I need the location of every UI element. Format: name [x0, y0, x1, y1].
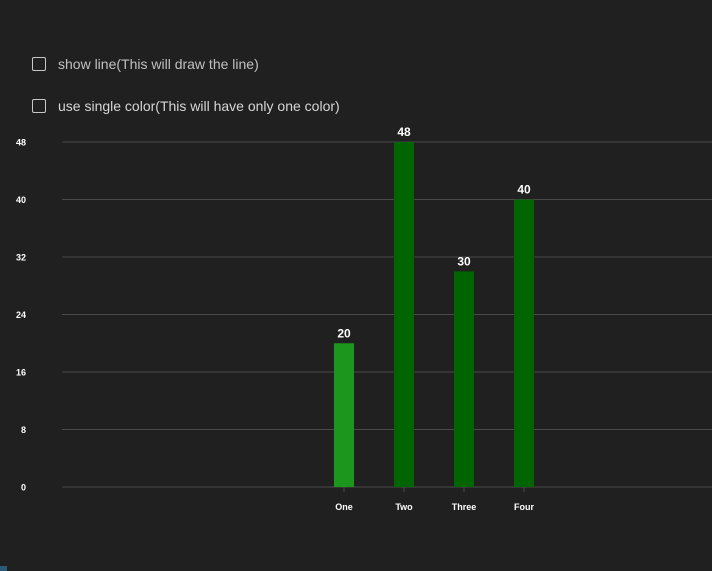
- bar: [454, 271, 474, 487]
- x-axis-ticks: One Two Three Four: [335, 487, 534, 512]
- bar: [514, 199, 534, 487]
- bar-chart: 0 8 16 24 32 40 48 20 48 30 40 One Two Three Four: [16, 125, 712, 512]
- data-labels: 20 48 30 40: [337, 125, 531, 340]
- y-tick-label: 8: [21, 425, 26, 435]
- x-tick-label: Three: [452, 502, 477, 512]
- y-tick-label: 48: [16, 138, 26, 148]
- single-color-option[interactable]: use single color(This will have only one…: [32, 97, 340, 115]
- y-tick-label: 40: [16, 195, 26, 205]
- show-line-option[interactable]: show line(This will draw the line): [32, 55, 259, 73]
- y-tick-label: 32: [16, 253, 26, 263]
- x-tick-label: One: [335, 502, 353, 512]
- bar-value-label: 30: [457, 254, 471, 268]
- bar: [394, 142, 414, 487]
- bar-value-label: 40: [517, 183, 531, 197]
- y-tick-label: 16: [16, 368, 26, 378]
- grid-lines: [62, 141, 712, 488]
- show-line-label: show line(This will draw the line): [58, 56, 259, 72]
- y-tick-label: 24: [16, 310, 26, 320]
- x-tick-label: Four: [514, 502, 534, 512]
- single-color-checkbox[interactable]: [32, 99, 46, 113]
- show-line-checkbox[interactable]: [32, 57, 46, 71]
- bar-value-label: 48: [397, 125, 411, 139]
- bar: [334, 343, 354, 487]
- corner-marker: [0, 566, 7, 571]
- y-axis-ticks: 0 8 16 24 32 40 48: [16, 138, 26, 493]
- single-color-label: use single color(This will have only one…: [58, 98, 340, 114]
- bar-value-label: 20: [337, 326, 351, 340]
- chart-page: show line(This will draw the line) use s…: [0, 0, 712, 571]
- y-tick-label: 0: [21, 483, 26, 493]
- x-tick-label: Two: [395, 502, 413, 512]
